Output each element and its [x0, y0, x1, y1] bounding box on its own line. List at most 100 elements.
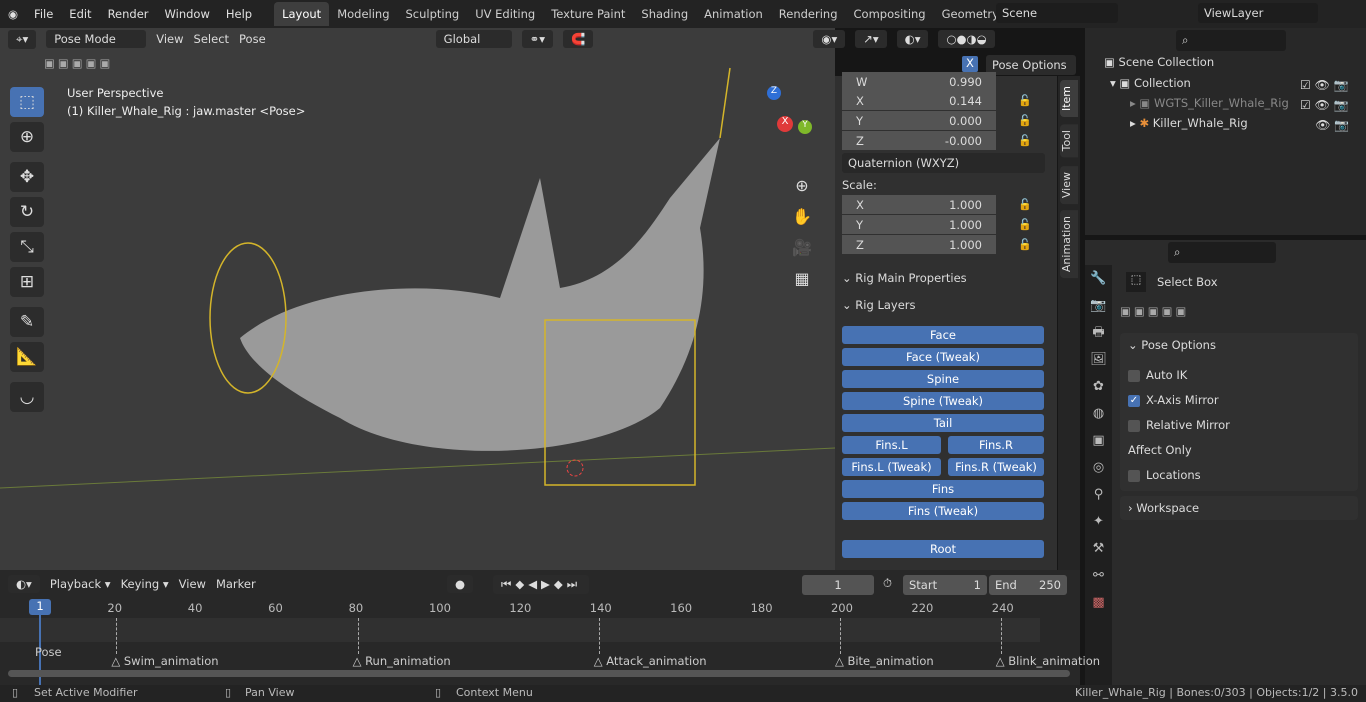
menu-window[interactable]: Window	[157, 7, 218, 21]
tab-compositing[interactable]: Compositing	[846, 2, 934, 26]
outliner-toggles[interactable]: ☑ 👁 📷 ☑ 👁 📷 👁 📷	[1300, 75, 1349, 135]
start-frame-field[interactable]: Start 1	[903, 575, 987, 595]
layer-fins-l-tweak-button[interactable]: Fins.L (Tweak)	[842, 458, 941, 476]
tab-item[interactable]: Item	[1060, 80, 1078, 118]
menu-edit[interactable]: Edit	[61, 7, 99, 21]
snap-icon[interactable]: 🧲	[563, 30, 594, 48]
layer-tail-button[interactable]: Tail	[842, 414, 1044, 432]
workspace-panel-header[interactable]: › Workspace	[1120, 496, 1358, 520]
layer-fins-l-button[interactable]: Fins.L	[842, 436, 941, 454]
stopwatch-icon[interactable]: ⏱	[883, 576, 892, 591]
timeline-editor-type-button[interactable]: ◐▾	[8, 575, 40, 593]
tab-layout[interactable]: Layout	[274, 2, 330, 26]
menu-view[interactable]: View	[156, 32, 183, 46]
tab-modeling[interactable]: Modeling	[329, 2, 397, 26]
visibility-icon[interactable]: ◉▾	[813, 30, 846, 48]
select-box-tool-icon[interactable]: ⬚	[10, 87, 44, 117]
editor-type-button[interactable]: ⌖▾	[8, 29, 37, 49]
pivot-icon[interactable]: ⚭▾	[521, 30, 554, 48]
scene-collection-row[interactable]: ▣ Scene Collection	[1104, 55, 1214, 69]
selection-mode-icons[interactable]: ▣▣▣▣▣	[44, 56, 113, 70]
timeline-marker[interactable]: Pose	[35, 645, 62, 659]
lock-icon[interactable]: 🔓	[1018, 94, 1032, 107]
measure-tool-icon[interactable]: 📐	[10, 342, 44, 372]
rotation-z-field[interactable]: Z -0.000	[842, 131, 996, 150]
menu-marker[interactable]: Marker	[216, 577, 256, 591]
layer-spine-button[interactable]: Spine	[842, 370, 1044, 388]
tab-uv-editing[interactable]: UV Editing	[467, 2, 543, 26]
blender-logo-icon[interactable]: ◉	[0, 7, 26, 21]
move-tool-icon[interactable]: ✥	[10, 162, 44, 192]
relative-mirror-checkbox[interactable]: Relative Mirror	[1128, 418, 1230, 432]
rotation-x-field[interactable]: X 0.144	[842, 91, 996, 110]
tab-animation[interactable]: Animation	[696, 2, 771, 26]
zoom-icon[interactable]: ⊕	[790, 170, 814, 201]
x-axis-mirror-checkbox[interactable]: ✓ X-Axis Mirror	[1128, 393, 1219, 407]
gizmo-icon[interactable]: ↗▾	[855, 30, 887, 48]
rotation-y-field[interactable]: Y 0.000	[842, 111, 996, 130]
ortho-grid-icon[interactable]: ▦	[790, 263, 814, 294]
property-tab-icons[interactable]: 🔧 📷 🖶 🖼 ✿ ◍ ▣ ◎ ⚲ ✦ ⚒ ⚯ ▩	[1085, 265, 1112, 616]
timeline-scrollbar[interactable]	[8, 670, 1070, 677]
tab-texture-paint[interactable]: Texture Paint	[543, 2, 633, 26]
menu-view[interactable]: View	[179, 577, 206, 591]
menu-select[interactable]: Select	[194, 32, 229, 46]
timeline-marker[interactable]: △ Attack_animation	[594, 654, 707, 668]
menu-pose[interactable]: Pose	[239, 32, 266, 46]
camera-icon[interactable]: 🎥	[790, 232, 814, 263]
orientation-selector[interactable]: Global	[435, 30, 512, 48]
properties-search-input[interactable]: ⌕	[1168, 242, 1276, 263]
scale-y-field[interactable]: Y 1.000	[842, 215, 996, 234]
auto-ik-checkbox[interactable]: Auto IK	[1128, 368, 1187, 382]
pan-hand-icon[interactable]: ✋	[790, 201, 814, 232]
lock-icon[interactable]: 🔓	[1018, 218, 1032, 231]
timeline-marker[interactable]: △ Blink_animation	[996, 654, 1100, 668]
rig-main-properties-header[interactable]: ⌄ Rig Main Properties	[842, 271, 967, 285]
collection-row[interactable]: ▾ ▣ Collection	[1110, 76, 1191, 90]
tab-shading[interactable]: Shading	[633, 2, 696, 26]
tab-rendering[interactable]: Rendering	[771, 2, 846, 26]
rig-layers-header[interactable]: ⌄ Rig Layers	[842, 298, 916, 312]
shading-solid-icon[interactable]: ○●◑◒	[938, 30, 995, 48]
playback-controls[interactable]: ⏮◆◀▶◆⏭	[493, 575, 590, 594]
pose-options-header[interactable]: ⌄ Pose Options	[1128, 338, 1216, 352]
menu-playback[interactable]: Playback ▾	[50, 577, 111, 591]
navigation-gizmo[interactable]: Z X Y	[760, 86, 820, 166]
scale-tool-icon[interactable]: ⤡	[10, 232, 44, 262]
menu-file[interactable]: File	[26, 7, 61, 21]
overlay-icon[interactable]: ◐▾	[896, 30, 929, 48]
selection-mode-icons[interactable]: ▣▣▣▣▣	[1120, 304, 1189, 318]
rotation-mode-dropdown[interactable]: Quaternion (WXYZ)	[842, 153, 1045, 173]
menu-render[interactable]: Render	[100, 7, 157, 21]
cursor-tool-icon[interactable]: ⊕	[10, 122, 44, 152]
scale-x-field[interactable]: X 1.000	[842, 195, 996, 214]
layer-fins-tweak-button[interactable]: Fins (Tweak)	[842, 502, 1044, 520]
menu-keying[interactable]: Keying ▾	[121, 577, 169, 591]
layer-fins-r-tweak-button[interactable]: Fins.R (Tweak)	[948, 458, 1044, 476]
playhead[interactable]: 1	[29, 599, 51, 615]
relax-tool-icon[interactable]: ◡	[10, 382, 44, 412]
tab-tool[interactable]: Tool	[1060, 124, 1078, 158]
tab-view[interactable]: View	[1060, 166, 1078, 205]
transform-tool-icon[interactable]: ⊞	[10, 267, 44, 297]
tab-sculpting[interactable]: Sculpting	[398, 2, 468, 26]
outliner-item-wgts[interactable]: ▸ ▣ WGTS_Killer_Whale_Rig	[1130, 96, 1289, 110]
end-frame-field[interactable]: End 250	[989, 575, 1067, 595]
mirror-x-toggle[interactable]: X	[962, 56, 978, 72]
outliner-search-input[interactable]: ⌕	[1176, 30, 1286, 51]
lock-icon[interactable]: 🔓	[1018, 134, 1032, 147]
rotate-tool-icon[interactable]: ↻	[10, 197, 44, 227]
timeline-marker[interactable]: △ Run_animation	[353, 654, 451, 668]
outliner-item-rig[interactable]: ▸ ✱ Killer_Whale_Rig	[1130, 116, 1248, 130]
lock-icon[interactable]: 🔓	[1018, 114, 1032, 127]
layer-face-tweak-button[interactable]: Face (Tweak)	[842, 348, 1044, 366]
timeline-marker[interactable]: △ Bite_animation	[835, 654, 934, 668]
layer-root-button[interactable]: Root	[842, 540, 1044, 558]
layer-spine-tweak-button[interactable]: Spine (Tweak)	[842, 392, 1044, 410]
scale-z-field[interactable]: Z 1.000	[842, 235, 996, 254]
layer-fins-button[interactable]: Fins	[842, 480, 1044, 498]
annotate-tool-icon[interactable]: ✎	[10, 307, 44, 337]
record-button[interactable]: ●	[447, 575, 474, 593]
current-frame-field[interactable]: 1	[802, 575, 874, 595]
layer-fins-r-button[interactable]: Fins.R	[948, 436, 1044, 454]
